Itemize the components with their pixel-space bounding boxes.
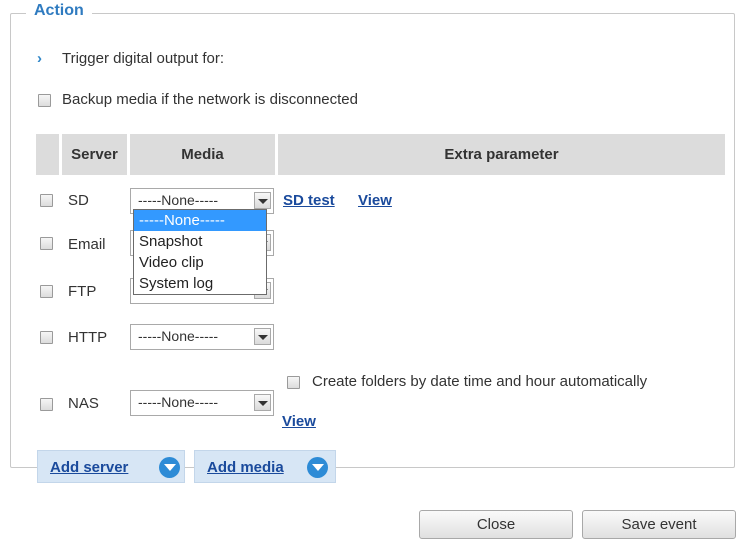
save-event-button[interactable]: Save event [582,510,736,539]
triangle-down-icon[interactable] [254,192,271,209]
ftp-label: FTP [68,283,97,300]
chevron-right-icon: › [37,50,42,67]
nas-view-link[interactable]: View [282,413,316,430]
http-media-select[interactable]: -----None----- [130,324,274,350]
dropdown-option-system-log[interactable]: System log [134,273,266,294]
sd-media-value: -----None----- [138,192,219,208]
email-checkbox[interactable] [40,237,53,250]
nas-media-select[interactable]: -----None----- [130,390,274,416]
http-label: HTTP [68,329,108,346]
nas-label: NAS [68,395,99,412]
nas-checkbox[interactable] [40,398,53,411]
http-checkbox[interactable] [40,331,53,344]
sd-label: SD [68,192,89,209]
action-fieldset [10,13,735,468]
header-media: Media [181,146,224,163]
ftp-checkbox[interactable] [40,285,53,298]
backup-media-checkbox[interactable] [38,94,51,107]
sd-view-link[interactable]: View [358,192,392,209]
add-media-button[interactable]: Add media [194,450,336,483]
add-media-label: Add media [207,459,284,476]
nas-media-value: -----None----- [138,394,219,410]
add-server-label: Add server [50,459,129,476]
dropdown-option-snapshot[interactable]: Snapshot [134,231,266,252]
action-legend: Action [26,2,92,20]
trigger-label: Trigger digital output for: [62,50,225,67]
dropdown-option-video-clip[interactable]: Video clip [134,252,266,273]
http-media-value: -----None----- [138,328,219,344]
dropdown-option-none[interactable]: -----None----- [134,210,266,231]
triangle-down-icon[interactable] [254,394,271,411]
create-folders-checkbox[interactable] [287,376,300,389]
close-button[interactable]: Close [419,510,573,539]
backup-media-label: Backup media if the network is disconnec… [62,91,358,108]
triangle-down-icon[interactable] [254,328,271,345]
circle-chevron-down-icon [307,457,328,478]
sd-test-link[interactable]: SD test [283,192,335,209]
sd-checkbox[interactable] [40,194,53,207]
media-dropdown-list[interactable]: -----None----- Snapshot Video clip Syste… [133,209,267,295]
create-folders-label: Create folders by date time and hour aut… [312,373,648,390]
header-extra-parameter: Extra parameter [444,146,559,163]
header-server: Server [71,146,118,163]
circle-chevron-down-icon [159,457,180,478]
email-label: Email [68,236,106,253]
add-server-button[interactable]: Add server [37,450,185,483]
